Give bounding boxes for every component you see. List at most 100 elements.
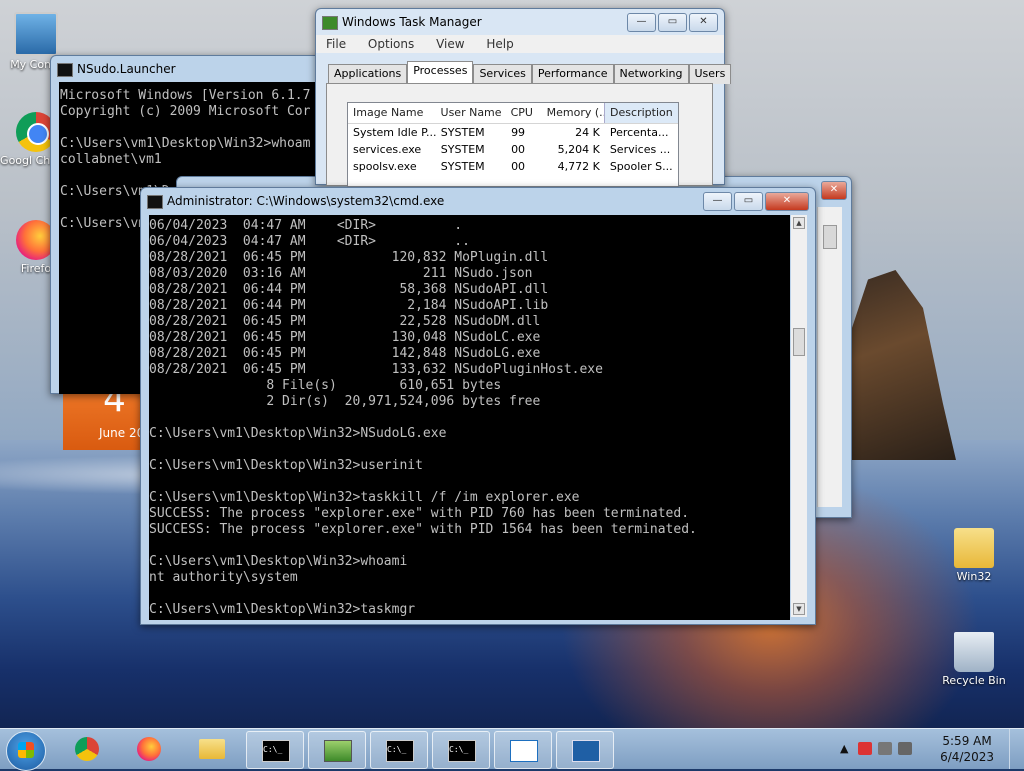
console-line: collabnet\vm1: [60, 152, 162, 167]
taskbar-clock[interactable]: 5:59 AM 6/4/2023: [940, 733, 994, 765]
column-cpu[interactable]: CPU: [506, 103, 542, 123]
minimize-button[interactable]: —: [627, 13, 656, 32]
taskbar-explorer[interactable]: [184, 731, 240, 767]
close-button[interactable]: ✕: [689, 13, 718, 32]
minimize-button[interactable]: —: [703, 192, 732, 211]
menu-file[interactable]: File: [326, 37, 346, 51]
taskbar-cmd-2[interactable]: C:\_: [370, 731, 428, 769]
cell-memory: 4,772 K: [557, 160, 600, 173]
window-titlebar[interactable]: NSudo.Launcher: [51, 56, 321, 82]
tab-performance[interactable]: Performance: [531, 64, 614, 84]
maximize-button[interactable]: ▭: [658, 13, 687, 32]
cmd-window[interactable]: Administrator: C:\Windows\system32\cmd.e…: [140, 187, 816, 625]
scrollbar-thumb[interactable]: [793, 328, 805, 356]
desktop-icon-recycle-bin[interactable]: Recycle Bin: [938, 632, 1010, 687]
taskbar-nsudo[interactable]: [494, 731, 552, 769]
cell-cpu: 00: [511, 143, 526, 156]
maximize-button[interactable]: ▭: [734, 192, 763, 211]
console-line: 08/28/2021 06:45 PM 130,048 NSudoLC.exe: [149, 330, 541, 345]
console-icon: [57, 63, 73, 77]
console-line: C:\Users\vm1\Desktop\Win32>whoam: [60, 136, 311, 151]
window-title: NSudo.Launcher: [77, 62, 176, 76]
volume-icon[interactable]: [898, 742, 912, 755]
console-output[interactable]: 06/04/2023 04:47 AM <DIR> . 06/04/2023 04…: [149, 215, 790, 620]
tab-strip: Applications Processes Services Performa…: [328, 61, 732, 84]
taskbar-cmd-1[interactable]: C:\_: [246, 731, 304, 769]
console-line: 08/28/2021 06:45 PM 142,848 NSudoLG.exe: [149, 346, 541, 361]
tab-users[interactable]: Users: [688, 64, 732, 84]
console-line: Microsoft Windows [Version 6.1.7: [60, 88, 311, 103]
scroll-down-arrow-icon[interactable]: ▼: [793, 603, 805, 615]
taskbar-task-manager[interactable]: [308, 731, 366, 769]
menu-view[interactable]: View: [436, 37, 464, 51]
process-list[interactable]: Image Name User Name CPU Memory (... Des…: [347, 102, 679, 187]
console-line: 8 File(s) 610,651 bytes: [149, 378, 502, 393]
console-line: SUCCESS: The process "explorer.exe" with…: [149, 506, 690, 521]
cell-user-name: SYSTEM: [440, 143, 485, 156]
desktop-icon-label: Win32: [956, 570, 992, 583]
table-row[interactable]: spoolsv.exe SYSTEM 00 4,772 K Spooler S.…: [348, 158, 678, 175]
scroll-up-arrow-icon[interactable]: ▲: [793, 217, 805, 229]
process-list-header: Image Name User Name CPU Memory (... Des…: [348, 103, 678, 124]
menu-options[interactable]: Options: [368, 37, 414, 51]
console-line: Copyright (c) 2009 Microsoft Cor: [60, 104, 311, 119]
clock-time: 5:59 AM: [942, 734, 992, 748]
tab-processes[interactable]: Processes: [407, 61, 474, 84]
taskbar-cmd-3[interactable]: C:\_: [432, 731, 490, 769]
table-row[interactable]: System Idle P... SYSTEM 99 24 K Percenta…: [348, 124, 678, 141]
processes-panel: Image Name User Name CPU Memory (... Des…: [326, 83, 713, 187]
cell-image-name: spoolsv.exe: [353, 160, 417, 173]
console-icon: C:\_: [386, 740, 414, 762]
desktop-icon-win32-folder[interactable]: Win32: [938, 528, 1010, 583]
taskbar-chrome[interactable]: [60, 731, 116, 767]
computer-icon: [14, 12, 58, 56]
tab-applications[interactable]: Applications: [328, 64, 408, 84]
close-button[interactable]: ✕: [821, 181, 847, 200]
column-image-name[interactable]: Image Name: [348, 103, 436, 123]
column-description[interactable]: Description: [604, 103, 678, 123]
cell-memory: 24 K: [575, 126, 600, 139]
column-memory[interactable]: Memory (...: [542, 103, 604, 123]
scrollbar-thumb[interactable]: [823, 225, 837, 249]
window-titlebar[interactable]: Administrator: C:\Windows\system32\cmd.e…: [141, 188, 815, 214]
console-line: 2 Dir(s) 20,971,524,096 bytes free: [149, 394, 541, 409]
gadget-month: June 20: [99, 426, 145, 440]
close-button[interactable]: ✕: [765, 192, 809, 211]
network-icon[interactable]: [878, 742, 892, 755]
taskbar-firefox[interactable]: [122, 731, 178, 767]
menu-bar: File Options View Help: [316, 35, 724, 53]
tab-services[interactable]: Services: [473, 64, 532, 84]
window-scrollbar[interactable]: [817, 207, 842, 507]
console-line: 06/04/2023 04:47 AM <DIR> .: [149, 218, 463, 233]
cell-description: Services ...: [609, 143, 671, 156]
action-center-icon[interactable]: [858, 742, 872, 755]
console-line: 08/28/2021 06:44 PM 58,368 NSudoAPI.dll: [149, 282, 549, 297]
console-line: nt authority\system: [149, 570, 298, 585]
task-manager-icon: [322, 16, 338, 30]
tab-networking[interactable]: Networking: [613, 64, 689, 84]
console-line: C:\Users\vm1\Desktop\Win32>userinit: [149, 458, 423, 473]
table-row[interactable]: services.exe SYSTEM 00 5,204 K Services …: [348, 141, 678, 158]
clock-date: 6/4/2023: [940, 750, 994, 764]
start-button[interactable]: [6, 731, 46, 771]
window-title: Windows Task Manager: [342, 15, 482, 29]
firefox-icon: [137, 737, 161, 761]
vertical-scrollbar[interactable]: ▲ ▼: [791, 215, 807, 617]
recycle-bin-icon: [954, 632, 994, 672]
task-manager-window[interactable]: Windows Task Manager — ▭ ✕ File Options …: [315, 8, 732, 187]
console-line: 08/28/2021 06:44 PM 2,184 NSudoAPI.lib: [149, 298, 549, 313]
column-user-name[interactable]: User Name: [436, 103, 506, 123]
menu-help[interactable]: Help: [486, 37, 513, 51]
cell-cpu: 00: [511, 160, 526, 173]
cell-image-name: System Idle P...: [353, 126, 436, 139]
windows-logo-icon: [18, 742, 34, 758]
show-desktop-button[interactable]: [1009, 729, 1024, 769]
cell-image-name: services.exe: [353, 143, 422, 156]
show-hidden-icons-icon[interactable]: ▲: [840, 742, 854, 755]
window-titlebar[interactable]: Windows Task Manager — ▭ ✕: [316, 9, 724, 35]
taskbar-powershell[interactable]: [556, 731, 614, 769]
